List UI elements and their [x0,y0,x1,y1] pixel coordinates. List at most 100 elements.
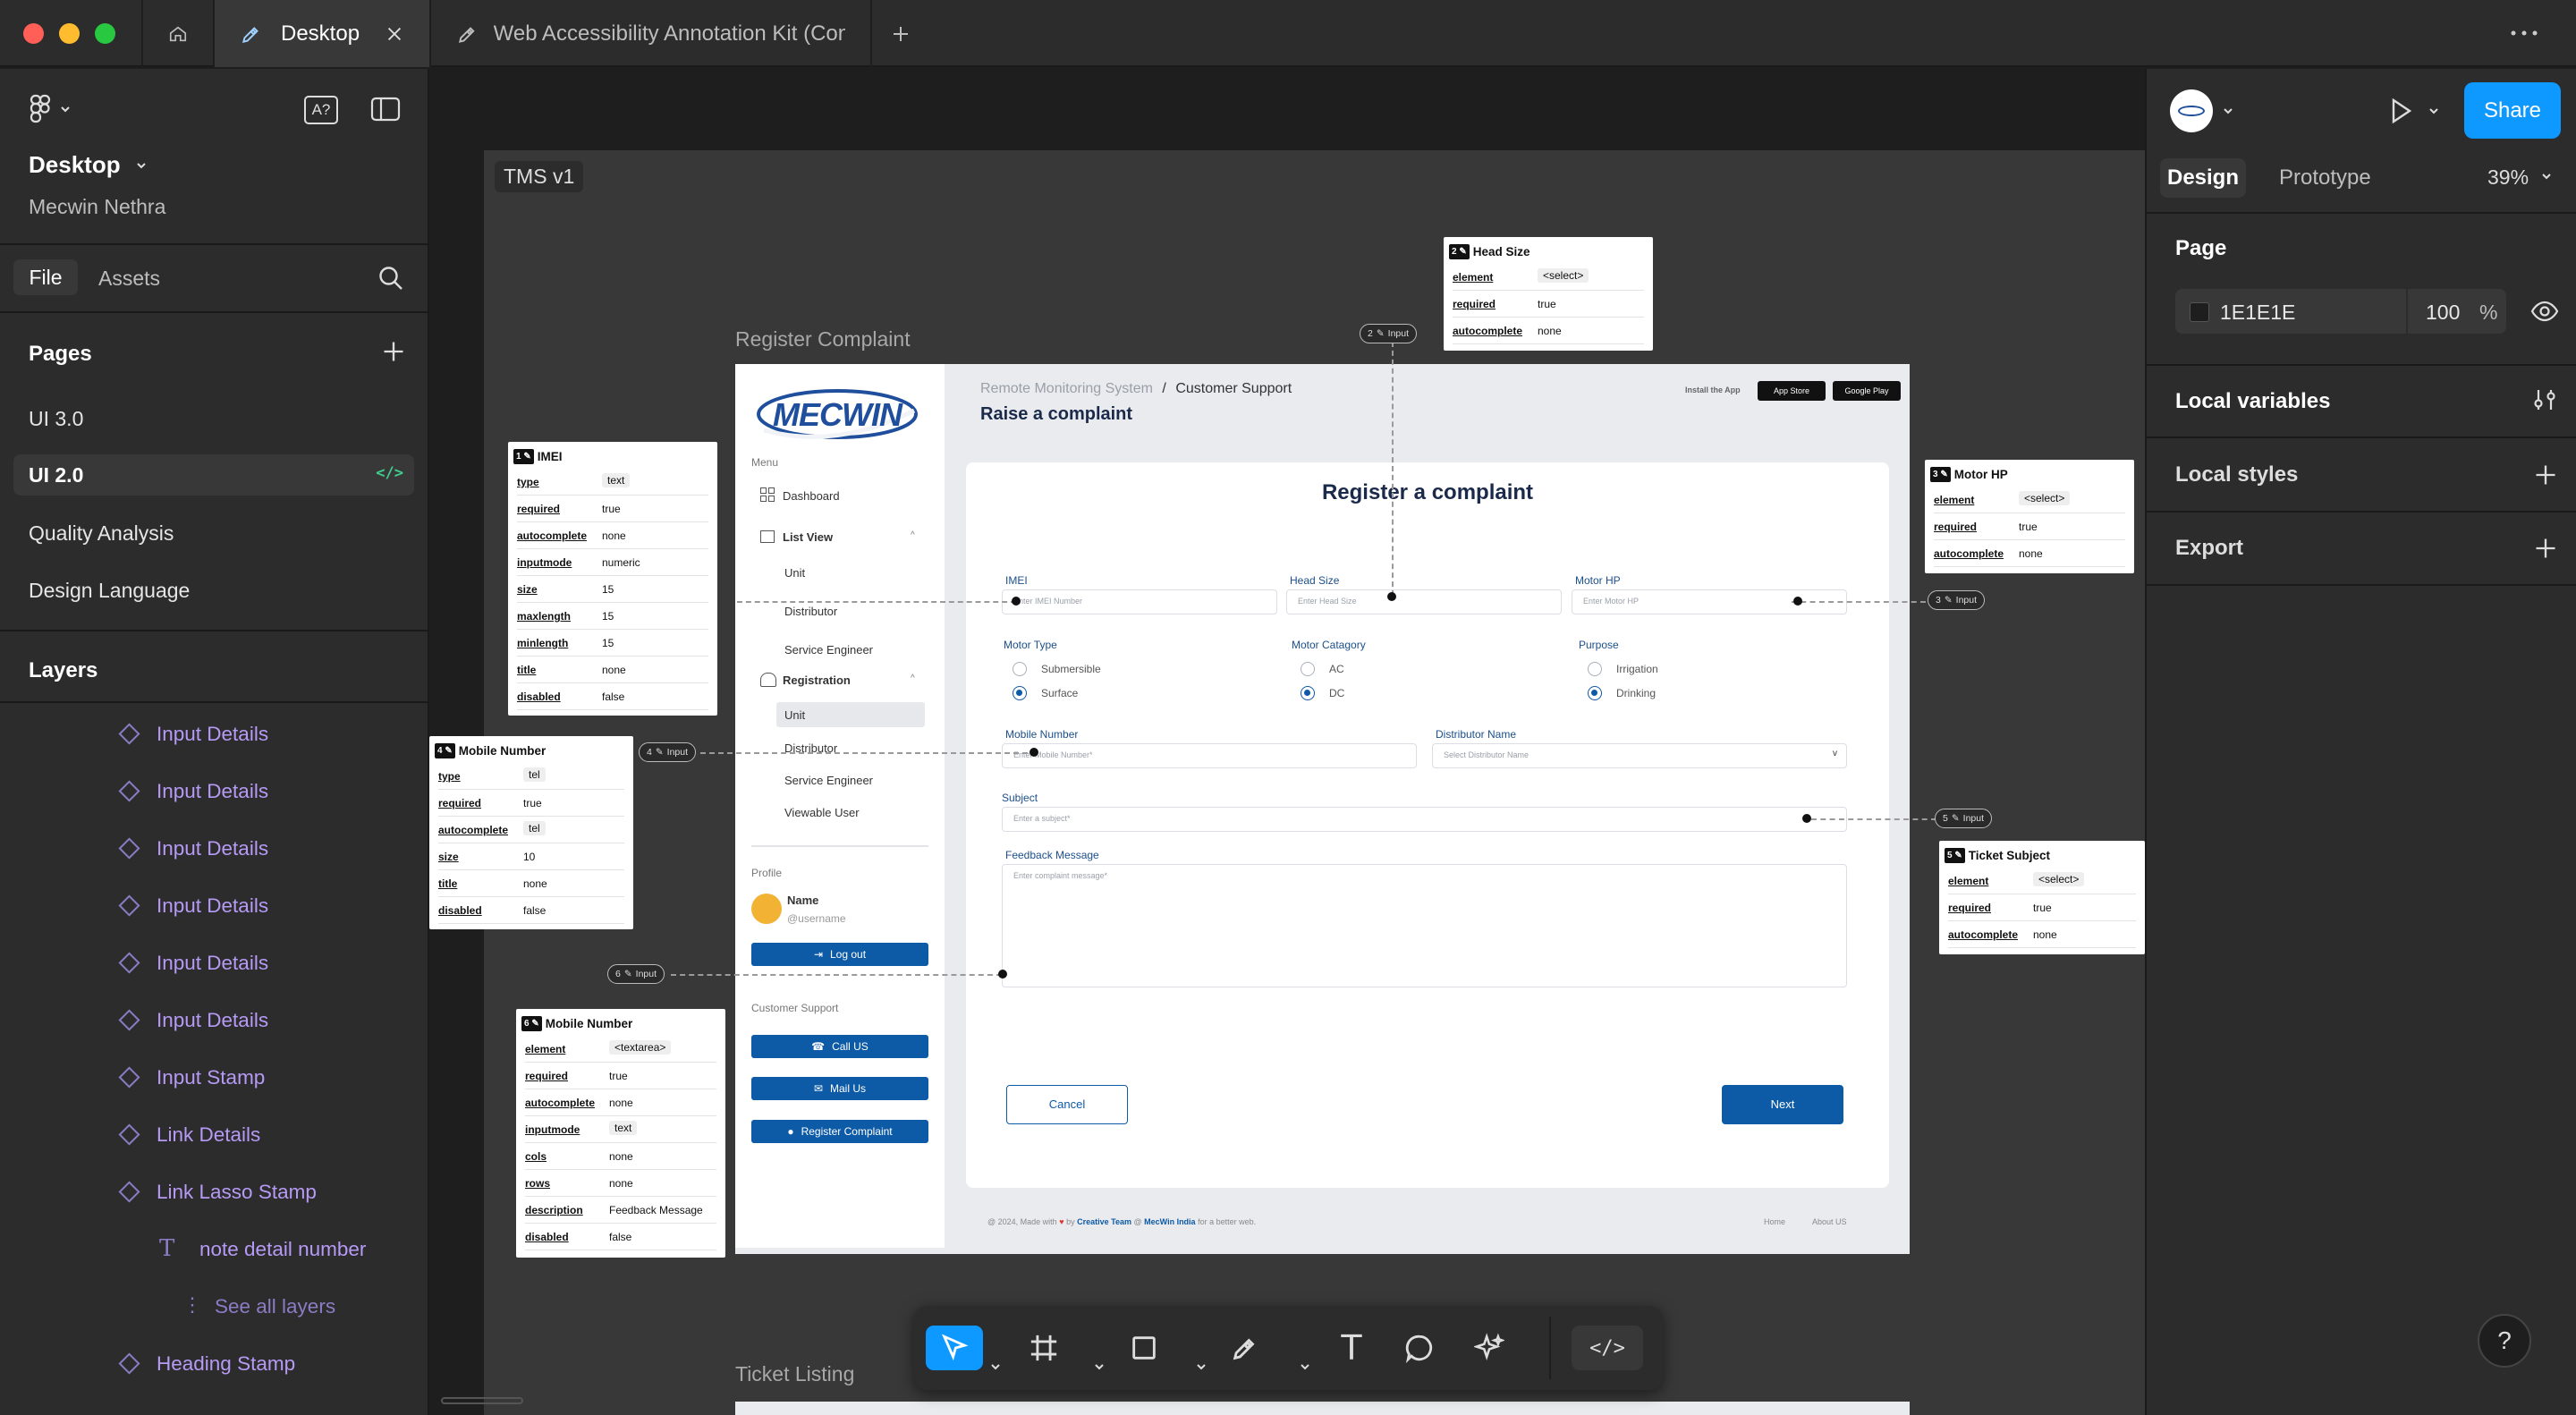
file-name-dropdown[interactable]: Desktop [29,151,148,179]
app-store-badge[interactable]: App Store [1758,381,1826,401]
annotation-card-imei[interactable]: 1 ✎ IMEI type text required true autocomplete n… [508,442,717,716]
layer-item[interactable]: Input Details [0,716,428,751]
help-icon[interactable]: ? [2478,1314,2531,1368]
annotation-card-ticket-subject[interactable]: 5 ✎ Ticket Subject element <select> required… [1939,841,2145,954]
pen-tool-icon[interactable] [1223,1326,1267,1370]
page-item[interactable]: Quality Analysis [13,513,414,554]
input-stamp[interactable]: 4 ✎ Input [639,742,697,762]
move-tool-icon[interactable] [926,1326,983,1370]
tab-prototype[interactable]: Prototype [2279,165,2371,191]
next-button[interactable]: Next [1722,1085,1843,1124]
call-us-button[interactable]: ☎ Call US [751,1035,928,1058]
avatar[interactable] [751,894,782,924]
plus-icon[interactable] [2533,462,2558,487]
sidebar-item-service-engineer[interactable]: Service Engineer [784,774,873,787]
sidebar-item-viewable-user[interactable]: Viewable User [784,806,860,819]
input-stamp[interactable]: 6 ✎ Input [607,964,665,984]
sidebar-item-distributor[interactable]: Distributor [784,605,837,618]
tab-design[interactable]: Design [2160,158,2246,198]
footer-about-link[interactable]: About US [1812,1217,1847,1226]
google-play-badge[interactable]: Google Play [1833,381,1901,401]
color-swatch[interactable] [2190,302,2209,322]
layer-item[interactable]: Input Stamp [0,1059,428,1095]
text-size-icon[interactable]: A? [304,96,338,124]
breadcrumb-item[interactable]: Customer Support [1175,381,1292,396]
sidebar-item-service-engineer[interactable]: Service Engineer [784,643,873,657]
subject-input[interactable]: Enter a subject* [1002,807,1847,832]
export-title[interactable]: Export [2175,536,2243,561]
close-icon[interactable] [385,24,404,44]
footer-home-link[interactable]: Home [1764,1217,1785,1226]
add-page-button[interactable] [381,339,406,369]
input-stamp[interactable]: 5 ✎ Input [1935,809,1993,828]
layer-item[interactable]: Input Details [0,945,428,980]
cancel-button[interactable]: Cancel [1006,1085,1128,1124]
text-layer-item[interactable]: T note detail number [0,1231,428,1267]
main-menu-button[interactable] [29,94,72,124]
logout-button[interactable]: ⇥ Log out [751,943,928,966]
page-color-value[interactable]: 1E1E1E [2220,301,2295,325]
annotation-card-mobile-number[interactable]: 4 ✎ Mobile Number type tel required true autoc… [429,736,633,929]
register-complaint-button[interactable]: ● Register Complaint [751,1120,928,1143]
page-item[interactable]: UI 3.0 [13,398,414,439]
shape-tool-icon[interactable] [1122,1326,1166,1370]
tab-accessibility-kit[interactable]: Web Accessibility Annotation Kit (Con [429,0,872,67]
annotation-card-message[interactable]: 6 ✎ Mobile Number element <textarea> require… [516,1009,725,1258]
breadcrumb-item[interactable]: Remote Monitoring System [980,381,1153,396]
tab-desktop[interactable]: Desktop [213,0,429,67]
radio-ac[interactable] [1301,662,1315,676]
imei-input[interactable]: Enter IMEI Number [1002,589,1277,614]
feedback-textarea[interactable]: Enter complaint message* [1002,864,1847,987]
local-variables-title[interactable]: Local variables [2175,389,2330,414]
sidebar-item-list-view[interactable]: List View [783,530,833,544]
chevron-down-icon[interactable] [2540,170,2553,182]
radio-dc[interactable] [1301,686,1315,700]
window-close-button[interactable] [23,23,44,44]
chevron-down-icon[interactable] [2222,105,2234,117]
more-icon[interactable] [2509,21,2539,49]
radio-irrigation[interactable] [1588,662,1602,676]
search-icon[interactable] [377,265,404,296]
tab-assets[interactable]: Assets [98,267,160,291]
variables-icon[interactable] [2531,386,2558,413]
distributor-name-select[interactable]: Select Distributor Name v [1432,743,1847,768]
layer-item[interactable]: Input Details [0,773,428,809]
plus-icon[interactable] [2533,536,2558,561]
chevron-down-icon[interactable] [2428,105,2440,117]
sidebar-item-dashboard[interactable]: Dashboard [783,489,840,503]
mail-us-button[interactable]: ✉ Mail Us [751,1077,928,1100]
chevron-down-icon[interactable] [1195,1344,1208,1389]
page-opacity-value[interactable]: 100 [2426,301,2460,325]
layer-item[interactable]: Link Details [0,1116,428,1152]
see-all-layers[interactable]: ⋮ See all layers [0,1288,428,1324]
avatar[interactable] [2170,89,2213,132]
page-color-field[interactable]: 1E1E1E 100 % [2175,289,2506,334]
panel-icon[interactable] [370,96,401,127]
page-item[interactable]: Design Language [13,570,414,611]
footer-team-link[interactable]: Creative Team [1077,1217,1131,1226]
zoom-level[interactable]: 39% [2487,165,2529,190]
play-icon[interactable] [2386,97,2415,125]
layer-item[interactable]: Input Details [0,1002,428,1038]
mobile-number-input[interactable]: Enter Mobile Number* [1002,743,1417,768]
dev-mode-icon[interactable]: </> [1572,1326,1643,1370]
input-stamp[interactable]: 3 ✎ Input [1928,590,1986,610]
layer-item[interactable]: Heading Stamp [0,1345,428,1381]
chevron-down-icon[interactable] [989,1344,1002,1389]
radio-surface[interactable] [1013,686,1027,700]
head-size-input[interactable]: Enter Head Size [1286,589,1562,614]
radio-submersible[interactable] [1013,662,1027,676]
ai-tool-icon[interactable] [1467,1326,1512,1370]
eye-icon[interactable] [2530,299,2559,324]
layer-item[interactable]: Input Details [0,830,428,866]
window-minimize-button[interactable] [59,23,80,44]
local-styles-title[interactable]: Local styles [2175,462,2298,487]
window-zoom-button[interactable] [95,23,115,44]
sidebar-item-unit[interactable]: Unit [784,566,805,580]
text-tool-icon[interactable]: T [1327,1326,1376,1370]
annotation-card-head-size[interactable]: 2 ✎ Head Size element <select> required true a… [1444,237,1653,351]
new-tab-button[interactable] [881,0,920,67]
layer-item[interactable]: Link Lasso Stamp [0,1174,428,1209]
share-button[interactable]: Share [2464,82,2561,139]
comment-tool-icon[interactable] [1397,1326,1442,1370]
